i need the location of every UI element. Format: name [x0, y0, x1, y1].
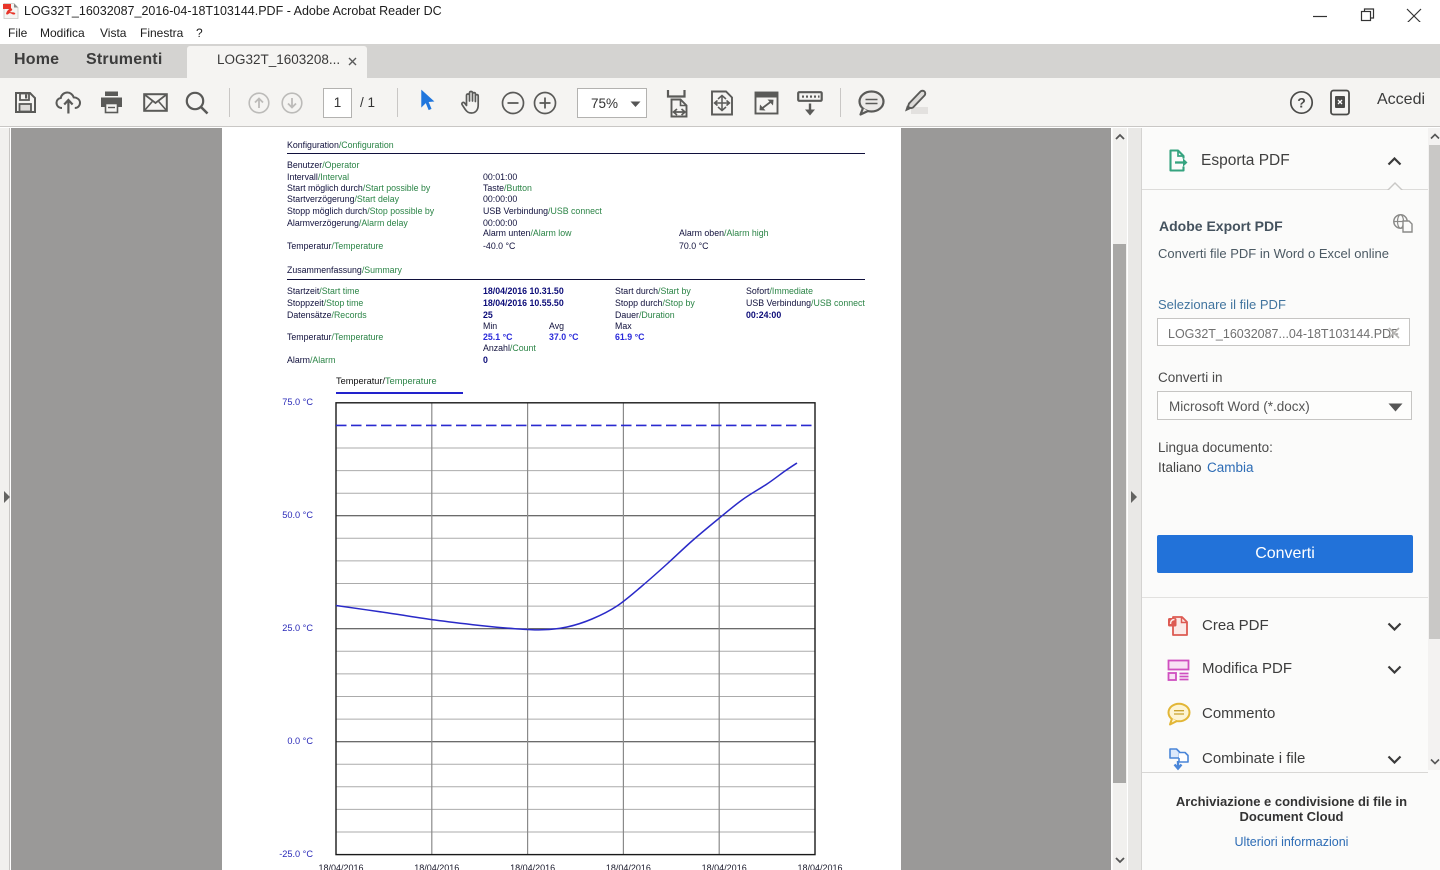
svg-text:?: ? — [1297, 95, 1306, 111]
